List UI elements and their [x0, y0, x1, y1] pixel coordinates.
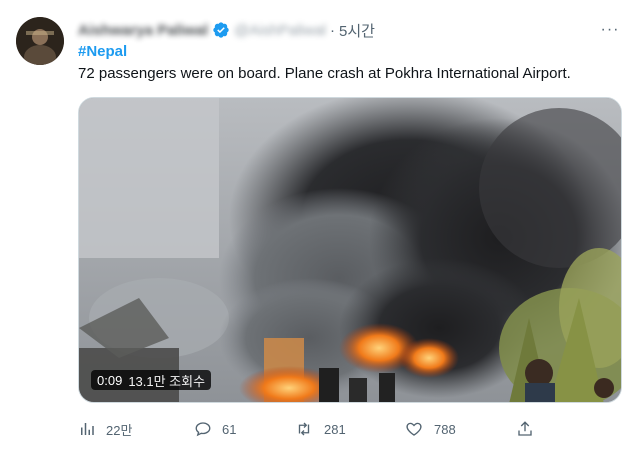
tweet-text: 72 passengers were on board. Plane crash… [78, 65, 571, 82]
heart-icon [406, 422, 422, 436]
avatar[interactable] [16, 17, 64, 65]
video-player[interactable]: 0:09 13.1만 조회수 [78, 97, 622, 403]
retweet-icon [298, 422, 310, 436]
analytics-button[interactable]: 22만 [78, 420, 132, 439]
like-count: 788 [434, 421, 456, 437]
video-duration: 0:09 [97, 372, 123, 388]
analytics-icon [81, 423, 94, 435]
hashtag-link[interactable]: #Nepal [78, 42, 127, 62]
tweet-actions: 22만 61 281 788 [78, 417, 558, 441]
author-handle[interactable]: @AishPaliwal [234, 22, 326, 39]
video-duration-badge: 0:09 13.1만 조회수 [91, 370, 212, 390]
video-view-count: 13.1만 조회수 [128, 373, 206, 389]
share-button[interactable] [516, 420, 534, 438]
video-thumbnail [79, 98, 621, 402]
tweet-timestamp[interactable]: 5시간 [339, 20, 375, 41]
reply-button[interactable]: 61 [194, 420, 236, 438]
share-icon [518, 421, 532, 436]
reply-count: 61 [222, 421, 237, 437]
tweet-header: Aishwarya Paliwal @AishPaliwal · 5시간 [78, 20, 375, 40]
more-options-button[interactable]: ··· [598, 20, 622, 40]
verified-badge-icon [212, 21, 230, 39]
tweet[interactable]: Aishwarya Paliwal @AishPaliwal · 5시간 ···… [0, 0, 640, 453]
like-button[interactable]: 788 [404, 420, 456, 438]
more-icon: ··· [600, 21, 620, 38]
retweet-button[interactable]: 281 [294, 420, 346, 438]
avatar-image [16, 17, 64, 65]
view-count: 22만 [106, 422, 133, 438]
author-display-name[interactable]: Aishwarya Paliwal [78, 22, 208, 39]
separator-dot: · [330, 21, 336, 39]
retweet-count: 281 [324, 421, 346, 437]
reply-icon [195, 422, 211, 437]
